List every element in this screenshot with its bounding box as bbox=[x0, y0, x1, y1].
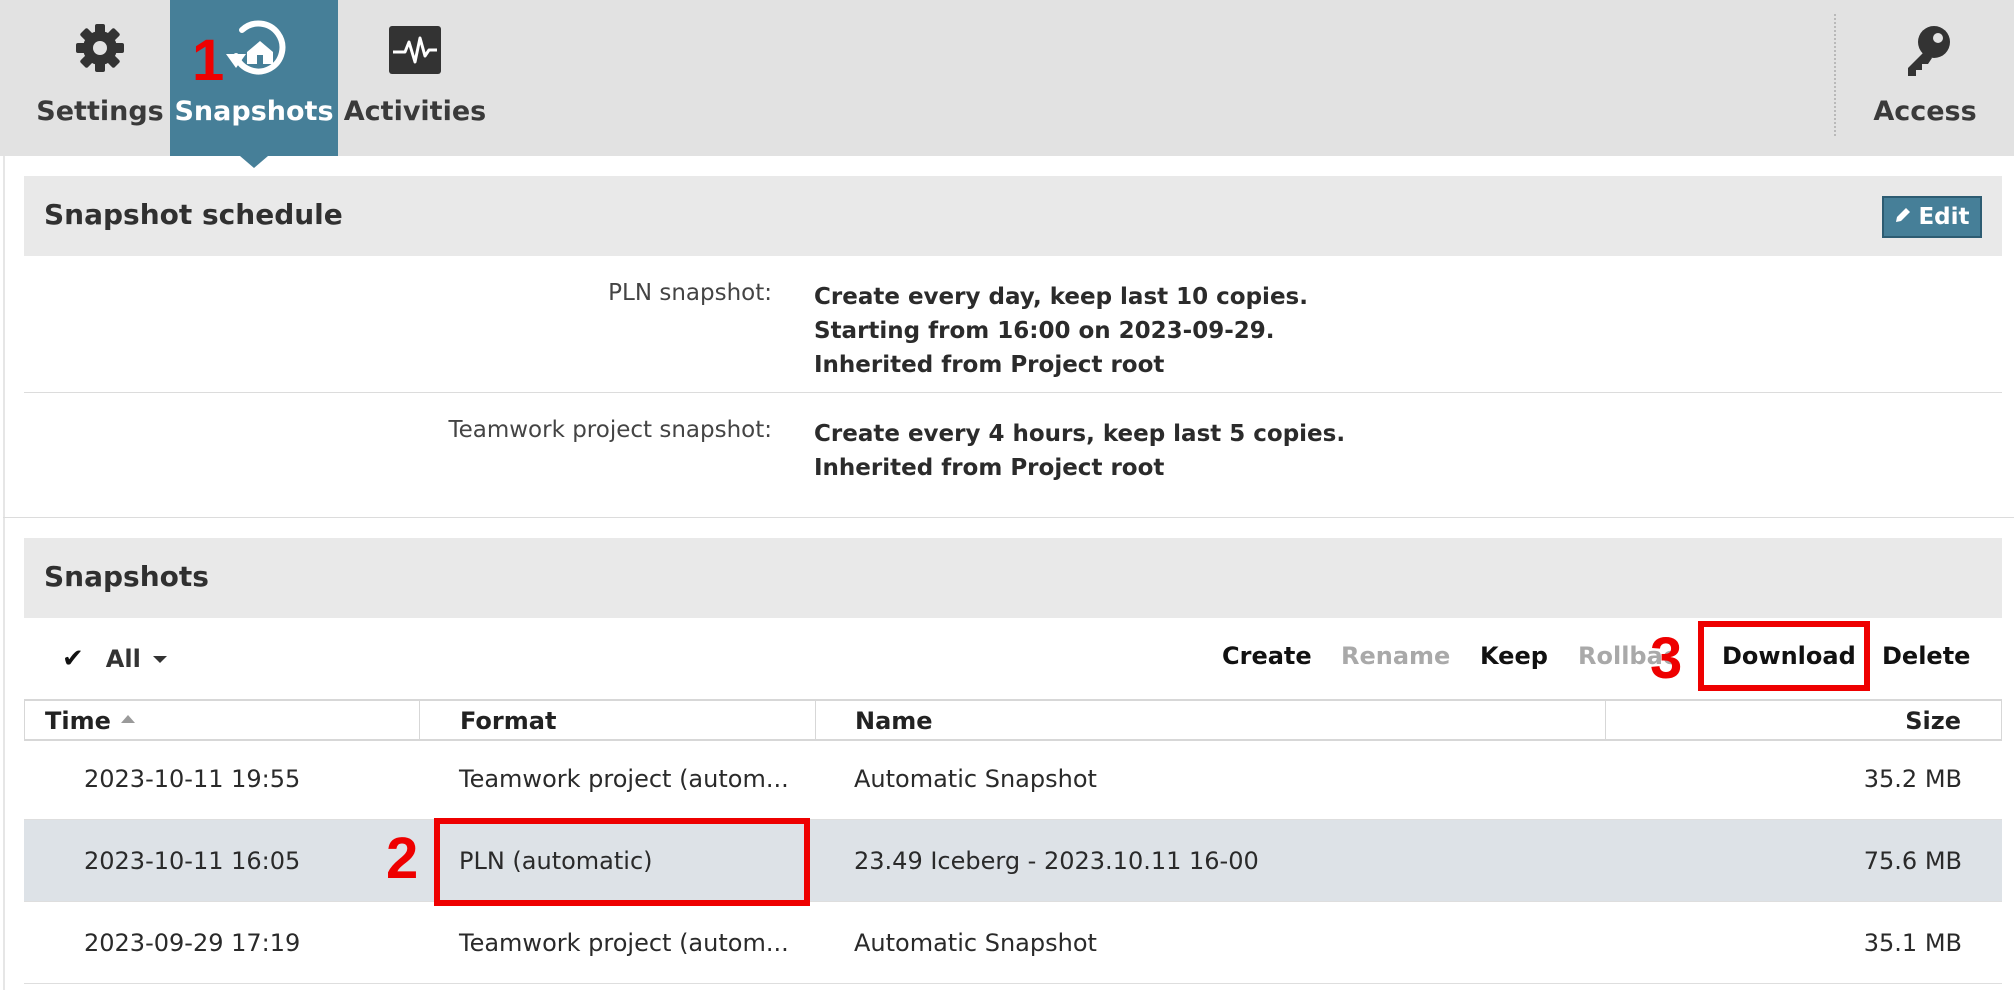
snapshots-table-header: Time Format Name Size bbox=[24, 699, 2002, 741]
callout-marker-3: 3 bbox=[1650, 626, 1683, 691]
column-separator bbox=[419, 701, 420, 741]
schedule-row-value: Create every day, keep last 10 copies. S… bbox=[814, 280, 1308, 382]
tab-settings-label: Settings bbox=[36, 96, 164, 127]
checkmark-icon: ✔ bbox=[62, 644, 84, 674]
keep-button[interactable]: Keep bbox=[1480, 642, 1548, 670]
schedule-header: Snapshot schedule Edit bbox=[24, 176, 2002, 256]
snapshot-restore-icon bbox=[220, 18, 290, 84]
schedule-line: Create every day, keep last 10 copies. bbox=[814, 284, 1308, 310]
cell-time: 2023-10-11 19:55 bbox=[84, 765, 301, 793]
callout-marker-2: 2 bbox=[386, 826, 419, 891]
select-all-label: All bbox=[105, 645, 141, 673]
create-button[interactable]: Create bbox=[1222, 642, 1312, 670]
table-row[interactable]: 2023-09-29 17:19 Teamwork project (autom… bbox=[24, 902, 2002, 984]
select-all-dropdown[interactable]: ✔ All bbox=[62, 644, 167, 674]
top-toolbar: Settings Snapshots Activities Access bbox=[0, 0, 2014, 168]
column-header-time-label: Time bbox=[45, 707, 111, 735]
schedule-title: Snapshot schedule bbox=[44, 198, 343, 231]
snapshots-header: Snapshots bbox=[24, 538, 2002, 618]
activity-monitor-icon bbox=[387, 24, 443, 80]
tab-snapshots-label: Snapshots bbox=[174, 96, 334, 127]
schedule-row-label: Teamwork project snapshot: bbox=[448, 417, 772, 443]
edit-button-label: Edit bbox=[1918, 204, 1970, 230]
cell-size: 35.1 MB bbox=[1863, 929, 1962, 957]
key-icon bbox=[1902, 22, 1954, 82]
delete-button[interactable]: Delete bbox=[1882, 642, 1970, 670]
schedule-line: Create every 4 hours, keep last 5 copies… bbox=[814, 421, 1346, 447]
sort-ascending-icon bbox=[120, 715, 135, 723]
table-row-selected[interactable]: 2023-10-11 16:05 PLN (automatic) 23.49 I… bbox=[24, 820, 2002, 902]
schedule-line: Inherited from Project root bbox=[814, 352, 1165, 378]
edit-button[interactable]: Edit bbox=[1882, 196, 1982, 238]
highlight-format-box bbox=[434, 818, 810, 906]
table-row[interactable]: 2023-10-11 19:55 Teamwork project (autom… bbox=[24, 740, 2002, 820]
section-divider bbox=[3, 517, 2014, 518]
column-header-time[interactable]: Time bbox=[45, 707, 135, 735]
schedule-line: Inherited from Project root bbox=[814, 455, 1165, 481]
tab-activities-label: Activities bbox=[343, 96, 487, 127]
tab-activities[interactable]: Activities bbox=[343, 0, 487, 156]
gear-icon bbox=[74, 22, 126, 78]
cell-time: 2023-09-29 17:19 bbox=[84, 929, 301, 957]
column-separator bbox=[1605, 701, 1606, 741]
toolbar-divider bbox=[1834, 14, 1836, 136]
column-header-format[interactable]: Format bbox=[460, 707, 556, 735]
cell-size: 35.2 MB bbox=[1863, 765, 1962, 793]
column-separator bbox=[815, 701, 816, 741]
column-header-name[interactable]: Name bbox=[855, 707, 933, 735]
tab-settings[interactable]: Settings bbox=[35, 0, 165, 156]
cell-name: 23.49 Iceberg - 2023.10.11 16-00 bbox=[854, 847, 1259, 875]
highlight-download-box bbox=[1698, 621, 1870, 691]
cell-format: Teamwork project (autom... bbox=[459, 765, 789, 793]
schedule-row-value: Create every 4 hours, keep last 5 copies… bbox=[814, 417, 1345, 485]
chevron-down-icon bbox=[152, 655, 167, 663]
cell-format: Teamwork project (autom... bbox=[459, 929, 789, 957]
schedule-row-label: PLN snapshot: bbox=[608, 280, 772, 306]
rename-button[interactable]: Rename bbox=[1341, 642, 1450, 670]
schedule-divider bbox=[24, 392, 2002, 393]
access-label: Access bbox=[1873, 96, 1977, 127]
cell-name: Automatic Snapshot bbox=[854, 765, 1097, 793]
pencil-icon bbox=[1894, 204, 1912, 230]
column-header-size[interactable]: Size bbox=[1905, 707, 1961, 735]
cell-time: 2023-10-11 16:05 bbox=[84, 847, 301, 875]
snapshots-title: Snapshots bbox=[44, 560, 209, 593]
access-button[interactable]: Access bbox=[1870, 0, 1980, 156]
cell-name: Automatic Snapshot bbox=[854, 929, 1097, 957]
schedule-line: Starting from 16:00 on 2023-09-29. bbox=[814, 318, 1275, 344]
cell-size: 75.6 MB bbox=[1863, 847, 1962, 875]
callout-marker-1: 1 bbox=[192, 28, 225, 93]
